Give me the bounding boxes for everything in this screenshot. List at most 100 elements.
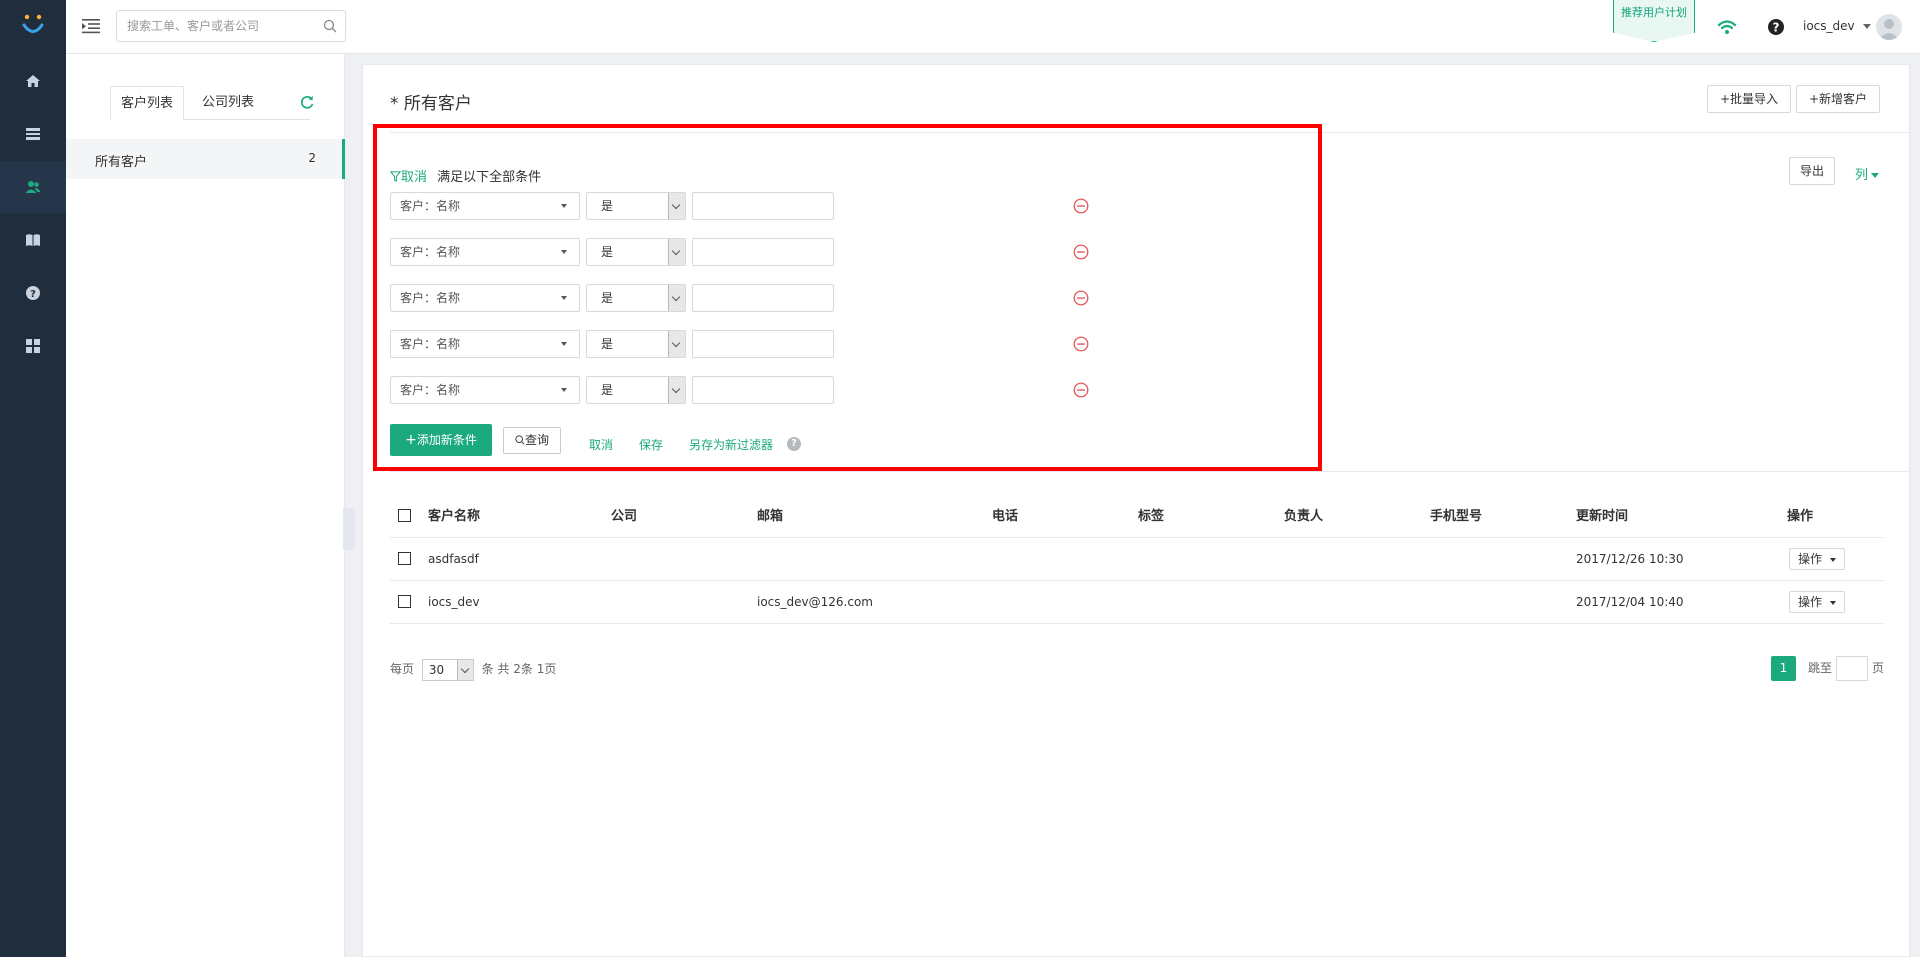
remove-condition-icon[interactable] bbox=[1073, 290, 1089, 306]
collapse-menu-icon[interactable] bbox=[82, 18, 100, 34]
column-header[interactable]: 公司 bbox=[611, 495, 637, 538]
filter-row: 客户：名称 是 bbox=[390, 284, 1270, 312]
chevron-down-icon bbox=[1871, 173, 1880, 178]
caret-down-icon bbox=[561, 296, 567, 300]
avatar[interactable] bbox=[1876, 14, 1902, 40]
nav-home[interactable] bbox=[0, 55, 66, 107]
row-actions-button[interactable]: 操作 bbox=[1789, 591, 1845, 613]
dropdown-arrow-icon bbox=[668, 239, 685, 265]
user-avatar-icon bbox=[1879, 19, 1899, 40]
global-search[interactable] bbox=[116, 10, 346, 42]
columns-toggle[interactable]: 列 bbox=[1855, 164, 1880, 183]
filter-value-input[interactable] bbox=[692, 192, 834, 220]
filter-operator-select[interactable]: 是 bbox=[586, 376, 686, 404]
filter-value-input[interactable] bbox=[692, 330, 834, 358]
user-name[interactable]: iocs_dev bbox=[1803, 19, 1855, 33]
caret-down-icon bbox=[1830, 558, 1836, 562]
page-button-current[interactable]: 1 bbox=[1771, 656, 1796, 681]
chevron-down-icon[interactable] bbox=[1863, 24, 1871, 29]
filter-value-input[interactable] bbox=[692, 284, 834, 312]
filter-operator-select[interactable]: 是 bbox=[586, 238, 686, 266]
customers-icon bbox=[25, 181, 41, 193]
filter-operator-select[interactable]: 是 bbox=[586, 284, 686, 312]
filter-field-select[interactable]: 客户：名称 bbox=[390, 376, 580, 404]
dropdown-arrow-icon bbox=[668, 377, 685, 403]
export-button[interactable]: 导出 bbox=[1789, 157, 1835, 185]
bulk-import-button[interactable]: +批量导入 bbox=[1707, 85, 1791, 113]
row-checkbox[interactable] bbox=[398, 595, 411, 608]
column-header[interactable]: 邮箱 bbox=[757, 495, 783, 538]
column-header[interactable]: 标签 bbox=[1138, 495, 1164, 538]
dropdown-arrow-icon bbox=[668, 193, 685, 219]
nav-tickets[interactable] bbox=[0, 108, 66, 160]
sidebar-item-all-customers[interactable]: 所有客户 2 bbox=[66, 139, 345, 179]
filter-field-select[interactable]: 客户：名称 bbox=[390, 330, 580, 358]
svg-text:?: ? bbox=[30, 289, 36, 300]
add-condition-button[interactable]: +添加新条件 bbox=[390, 424, 492, 456]
page-size-control: 每页 30 条 共 2条 1页 bbox=[390, 657, 556, 681]
filter-cancel-link[interactable]: 取消 bbox=[389, 170, 431, 185]
nav-apps[interactable] bbox=[0, 320, 66, 372]
filter-icon bbox=[389, 171, 402, 182]
nav-customers[interactable] bbox=[0, 161, 66, 213]
search-icon bbox=[515, 435, 525, 445]
plus-icon: + bbox=[405, 432, 417, 448]
tab-company-list[interactable]: 公司列表 bbox=[192, 86, 264, 120]
question-icon[interactable]: ? bbox=[1766, 17, 1786, 37]
remove-condition-icon[interactable] bbox=[1073, 198, 1089, 214]
remove-condition-icon[interactable] bbox=[1073, 336, 1089, 352]
filter-operator-select[interactable]: 是 bbox=[586, 330, 686, 358]
table-row[interactable]: asdfasdf 2017/12/26 10:30 操作 bbox=[390, 538, 1884, 581]
dropdown-arrow-icon bbox=[456, 659, 473, 680]
filter-field-select[interactable]: 客户：名称 bbox=[390, 192, 580, 220]
row-actions-button[interactable]: 操作 bbox=[1789, 548, 1845, 570]
help-icon[interactable]: ? bbox=[787, 437, 801, 451]
save-link[interactable]: 保存 bbox=[639, 436, 663, 453]
column-header[interactable]: 手机型号 bbox=[1430, 495, 1482, 538]
tab-customer-list[interactable]: 客户列表 bbox=[110, 86, 185, 120]
add-customer-button[interactable]: +新增客户 bbox=[1796, 85, 1880, 113]
sidebar-tabs: 客户列表 公司列表 bbox=[110, 86, 310, 120]
sidebar-resize-handle[interactable] bbox=[343, 508, 355, 550]
filter-operator-select[interactable]: 是 bbox=[586, 192, 686, 220]
refresh-icon[interactable] bbox=[299, 94, 315, 110]
customer-name-cell[interactable]: iocs_dev bbox=[428, 581, 480, 624]
wifi-icon[interactable] bbox=[1717, 17, 1737, 37]
knowledge-book-icon bbox=[26, 234, 40, 246]
page-size-select[interactable]: 30 bbox=[421, 658, 474, 681]
row-checkbox[interactable] bbox=[398, 552, 411, 565]
select-all-checkbox[interactable] bbox=[398, 509, 411, 522]
filter-value-input[interactable] bbox=[692, 376, 834, 404]
caret-down-icon bbox=[1830, 601, 1836, 605]
remove-condition-icon[interactable] bbox=[1073, 244, 1089, 260]
column-header[interactable]: 电话 bbox=[992, 495, 1018, 538]
table-row[interactable]: iocs_dev iocs_dev@126.com 2017/12/04 10:… bbox=[390, 581, 1884, 624]
page-jump: 跳至页 bbox=[1808, 656, 1884, 681]
ticket-list-icon bbox=[26, 128, 40, 140]
filter-field-select[interactable]: 客户：名称 bbox=[390, 284, 580, 312]
app-logo-icon[interactable] bbox=[19, 12, 47, 42]
filter-row: 客户：名称 是 bbox=[390, 192, 1270, 220]
page-jump-input[interactable] bbox=[1836, 656, 1869, 681]
column-header[interactable]: 客户名称 bbox=[428, 495, 480, 538]
customer-name-cell[interactable]: asdfasdf bbox=[428, 538, 479, 581]
filter-field-select[interactable]: 客户：名称 bbox=[390, 238, 580, 266]
cancel-link[interactable]: 取消 bbox=[589, 436, 613, 453]
column-header[interactable]: 负责人 bbox=[1284, 495, 1323, 538]
remove-condition-icon[interactable] bbox=[1073, 382, 1089, 398]
filter-row: 客户：名称 是 bbox=[390, 238, 1270, 266]
filter-description: 满足以下全部条件 bbox=[437, 170, 542, 185]
recommend-plan-badge[interactable]: 推荐用户计划 bbox=[1613, 0, 1695, 42]
nav-knowledge[interactable] bbox=[0, 214, 66, 266]
query-button[interactable]: 查询 bbox=[503, 427, 561, 454]
save-as-filter-link[interactable]: 另存为新过滤器 bbox=[689, 436, 773, 453]
filter-value-input[interactable] bbox=[692, 238, 834, 266]
nav-help[interactable]: ? bbox=[0, 267, 66, 319]
home-icon bbox=[26, 75, 40, 87]
plus-icon: + bbox=[1808, 92, 1820, 106]
search-input[interactable] bbox=[117, 11, 307, 41]
divider bbox=[390, 471, 1909, 472]
search-icon[interactable] bbox=[323, 19, 337, 33]
filter-row: 客户：名称 是 bbox=[390, 330, 1270, 358]
column-header[interactable]: 更新时间 bbox=[1576, 495, 1628, 538]
